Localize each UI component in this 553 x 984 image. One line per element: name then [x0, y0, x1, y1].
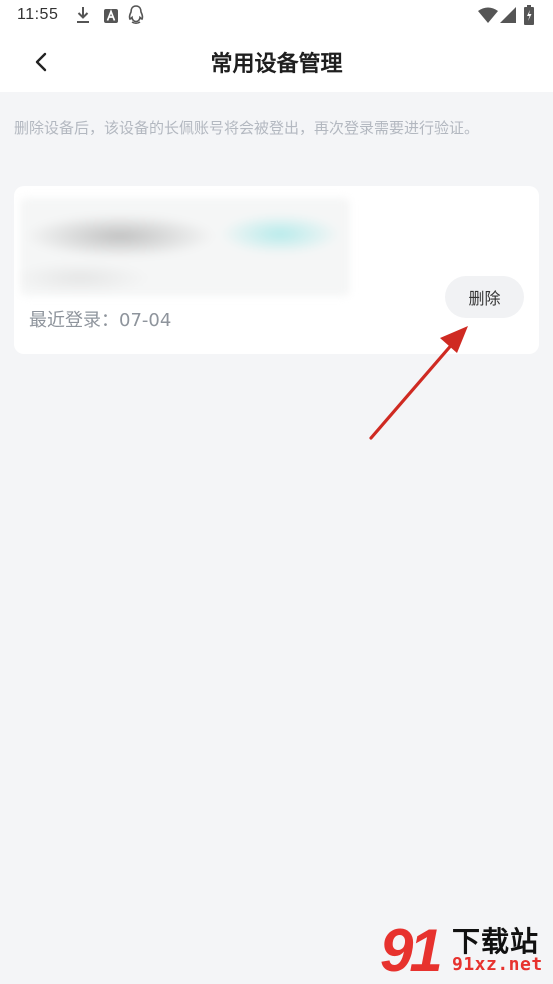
- a-notification-icon: [104, 8, 118, 27]
- blurred-device-name: [20, 198, 350, 296]
- last-login-text: 最近登录：07-04: [29, 310, 172, 331]
- status-bar: 11:55: [0, 0, 553, 32]
- download-icon: [76, 6, 90, 28]
- top-app-bar: 常用设备管理: [0, 32, 553, 92]
- battery-icon: [524, 5, 534, 29]
- qq-icon: [128, 5, 144, 29]
- delete-device-notice: 删除设备后，该设备的长佩账号将会被登出，再次登录需要进行验证。: [14, 119, 480, 137]
- delete-device-button[interactable]: 删除: [445, 276, 524, 318]
- site-watermark: 91 下载站 91xz.net: [380, 920, 553, 984]
- status-time: 11:55: [17, 6, 59, 23]
- wifi-icon: [478, 7, 498, 27]
- signal-icon: [500, 7, 516, 27]
- page-title: 常用设备管理: [210, 52, 343, 77]
- watermark-url: 91xz.net: [452, 954, 543, 975]
- annotation-arrow: [369, 326, 468, 440]
- watermark-logo: 91: [380, 917, 443, 984]
